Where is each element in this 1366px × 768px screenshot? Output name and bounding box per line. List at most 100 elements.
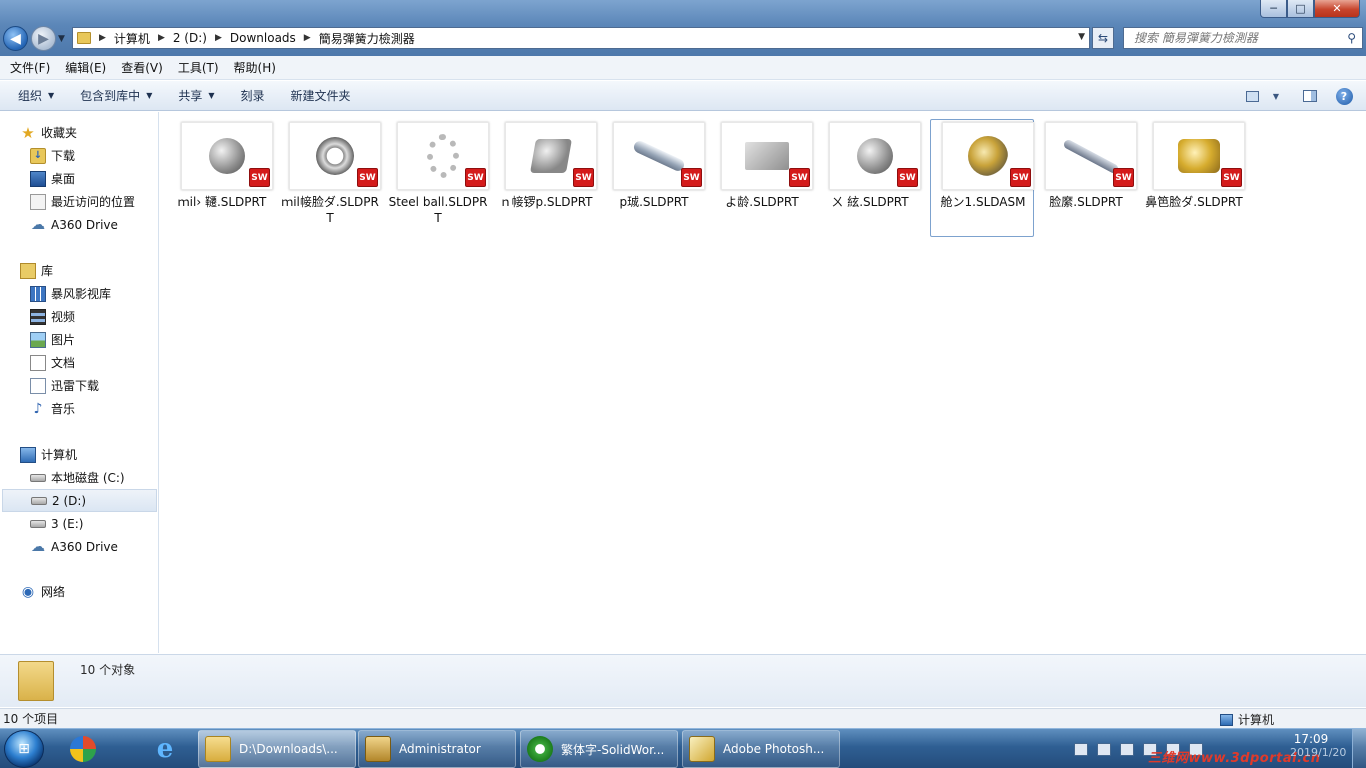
- keyboard-icon[interactable]: [1074, 742, 1088, 756]
- nav-item-drive-c[interactable]: 本地磁盘 (C:): [0, 466, 159, 489]
- file-item[interactable]: SW 鼻笆脸ダ.SLDPRT: [1141, 119, 1245, 237]
- pinned-internet-explorer[interactable]: e: [138, 731, 192, 767]
- search-icon[interactable]: ⚲: [1347, 31, 1356, 45]
- minimize-button[interactable]: ─: [1260, 0, 1287, 18]
- nav-item-a360-drive[interactable]: ☁ A360 Drive: [0, 213, 159, 236]
- menu-view[interactable]: 查看(V): [121, 59, 163, 76]
- details-pane: 10 个对象: [0, 654, 1366, 707]
- nav-item-label: 2 (D:): [52, 493, 87, 508]
- nav-item-baofeng-library[interactable]: 暴风影视库: [0, 282, 159, 305]
- nav-item-music[interactable]: ♪ 音乐: [0, 397, 159, 420]
- nav-item-pictures[interactable]: 图片: [0, 328, 159, 351]
- nav-item-a360-drive-computer[interactable]: ☁ A360 Drive: [0, 535, 159, 558]
- nav-computer[interactable]: 计算机: [0, 443, 159, 466]
- assembly-part-icon: [968, 136, 1008, 176]
- file-item[interactable]: SW p珹.SLDPRT: [601, 119, 705, 237]
- taskbar-button-explorer[interactable]: D:\Downloads\...: [198, 730, 356, 768]
- pinned-app-launcher[interactable]: [56, 731, 110, 767]
- taskbar: ⊞ e D:\Downloads\... Administrator 繁体字-S…: [0, 728, 1366, 768]
- nav-item-documents[interactable]: 文档: [0, 351, 159, 374]
- navigation-pane: ★ 收藏夹 下载 桌面 最近访问的位置 ☁ A360 Drive 库 暴风影视库: [0, 112, 159, 653]
- nav-item-drive-d[interactable]: 2 (D:): [2, 489, 157, 512]
- file-item[interactable]: SW ㄨ 絃.SLDPRT: [817, 119, 921, 237]
- breadcrumb-downloads[interactable]: Downloads: [230, 31, 296, 45]
- share-button[interactable]: 共享 ▼: [178, 87, 214, 104]
- organize-button[interactable]: 组织 ▼: [18, 87, 54, 104]
- refresh-button[interactable]: ⇆: [1092, 27, 1114, 49]
- solidworks-badge-icon: SW: [465, 168, 486, 187]
- view-options-dropdown[interactable]: ▼: [1266, 86, 1286, 106]
- new-folder-label: 新建文件夹: [290, 89, 351, 103]
- file-item[interactable]: SW よ龄.SLDPRT: [709, 119, 813, 237]
- address-dropdown-icon[interactable]: ▼: [1078, 32, 1085, 42]
- menu-tools[interactable]: 工具(T): [178, 59, 219, 76]
- brass-part-icon: [1178, 139, 1220, 173]
- close-button[interactable]: ✕: [1314, 0, 1360, 18]
- search-box[interactable]: ⚲: [1123, 27, 1363, 49]
- nav-item-recent-places[interactable]: 最近访问的位置: [0, 190, 159, 213]
- menu-file[interactable]: 文件(F): [10, 59, 50, 76]
- search-input[interactable]: [1134, 31, 1334, 45]
- help-button[interactable]: ?: [1334, 86, 1354, 106]
- breadcrumb-drive-d[interactable]: 2 (D:): [173, 31, 207, 45]
- nav-item-desktop[interactable]: 桌面: [0, 167, 159, 190]
- bolt-part-icon: [530, 139, 572, 173]
- file-item[interactable]: SW ｍil› 韆.SLDPRT: [169, 119, 273, 237]
- file-item-selected[interactable]: SW 舱ン1.SLDASM: [930, 119, 1034, 237]
- file-thumbnail: SW: [1045, 122, 1137, 190]
- taskbar-button-photoshop[interactable]: Adobe Photosh...: [682, 730, 840, 768]
- solidworks-badge-icon: SW: [357, 168, 378, 187]
- forward-button[interactable]: ▶: [31, 26, 56, 51]
- breadcrumb-computer[interactable]: 计算机: [114, 30, 150, 47]
- chevron-right-icon[interactable]: ▶: [215, 33, 222, 43]
- include-in-library-button[interactable]: 包含到库中 ▼: [80, 87, 152, 104]
- nav-item-label: A360 Drive: [51, 217, 118, 232]
- caret-down-icon: ▼: [146, 91, 153, 100]
- file-item[interactable]: SW 脸縻.SLDPRT: [1033, 119, 1137, 237]
- show-desktop-button[interactable]: [1352, 729, 1366, 768]
- chevron-right-icon[interactable]: ▶: [304, 33, 311, 43]
- solidworks-badge-icon: SW: [1113, 168, 1134, 187]
- preview-pane-button[interactable]: [1300, 86, 1320, 106]
- nav-libraries[interactable]: 库: [0, 259, 159, 282]
- caret-down-icon: ▼: [208, 91, 215, 100]
- downloads-folder-icon: [30, 147, 46, 164]
- nav-item-videos[interactable]: 视频: [0, 305, 159, 328]
- file-item[interactable]: SW ｎ帹锣p.SLDPRT: [493, 119, 597, 237]
- monitor-icon[interactable]: [1120, 742, 1134, 756]
- nav-network[interactable]: ◉ 网络: [0, 580, 159, 603]
- burn-button[interactable]: 刻录: [241, 87, 265, 104]
- preview-pane-icon: [1303, 90, 1317, 102]
- maximize-button[interactable]: □: [1287, 0, 1314, 18]
- hard-drive-icon: [30, 473, 46, 482]
- file-item[interactable]: SW ｍil帹脸ダ.SLDPRT: [277, 119, 381, 237]
- nav-item-downloads[interactable]: 下载: [0, 144, 159, 167]
- new-folder-button[interactable]: 新建文件夹: [291, 87, 351, 104]
- file-item[interactable]: SW Steel ball.SLDPRT: [385, 119, 489, 237]
- refresh-icon: ⇆: [1097, 31, 1109, 45]
- breadcrumb-current-folder[interactable]: 簡易彈簧力檢測器: [319, 30, 415, 47]
- browser-icon: [527, 736, 553, 762]
- clipboard-icon[interactable]: [1097, 742, 1111, 756]
- menu-edit[interactable]: 编辑(E): [65, 59, 106, 76]
- address-bar[interactable]: ▶ 计算机 ▶ 2 (D:) ▶ Downloads ▶ 簡易彈簧力檢測器 ▼: [72, 27, 1090, 49]
- file-name: Steel ball.SLDPRT: [388, 195, 488, 225]
- chevron-right-icon[interactable]: ▶: [99, 33, 106, 43]
- clock[interactable]: 17:09 2019/1/20: [1290, 732, 1346, 760]
- nav-item-drive-e[interactable]: 3 (E:): [0, 512, 159, 535]
- chevron-right-icon[interactable]: ▶: [158, 33, 165, 43]
- window-controls: ─ □ ✕: [1260, 0, 1360, 18]
- libraries-group: 库 暴风影视库 视频 图片 文档 迅雷下载 ♪ 音乐: [0, 259, 159, 420]
- nav-item-thunder-downloads[interactable]: 迅雷下载: [0, 374, 159, 397]
- start-button[interactable]: ⊞: [4, 730, 44, 768]
- taskbar-button-administrator[interactable]: Administrator: [358, 730, 516, 768]
- taskbar-button-solidworks[interactable]: 繁体字-SolidWor...: [520, 730, 678, 768]
- nav-favorites[interactable]: ★ 收藏夹: [0, 121, 159, 144]
- ring-part-icon: [316, 137, 354, 175]
- back-button[interactable]: ◀: [3, 26, 28, 51]
- star-icon: ★: [21, 123, 35, 142]
- favorites-group: ★ 收藏夹 下载 桌面 最近访问的位置 ☁ A360 Drive: [0, 121, 159, 236]
- recent-pages-dropdown[interactable]: ▼: [58, 34, 65, 44]
- change-view-button[interactable]: [1242, 86, 1262, 106]
- menu-help[interactable]: 帮助(H): [234, 59, 276, 76]
